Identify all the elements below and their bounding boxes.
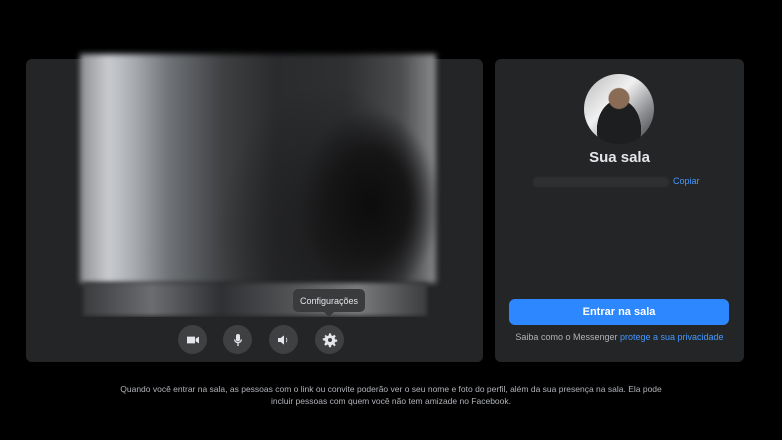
microphone-icon	[233, 333, 242, 346]
copy-link-button[interactable]: Copiar	[673, 176, 700, 186]
settings-tooltip: Configurações	[293, 289, 365, 317]
camera-preview-strip	[83, 283, 427, 316]
room-link-redacted	[533, 177, 669, 187]
speaker-icon	[277, 334, 287, 345]
room-title: Sua sala	[589, 149, 650, 166]
gear-icon	[322, 332, 337, 347]
join-room-button[interactable]: Entrar na sala	[509, 299, 729, 325]
privacy-link[interactable]: protege a sua privacidade	[620, 332, 724, 342]
video-camera-icon	[186, 336, 199, 343]
avatar	[584, 74, 654, 144]
camera-toggle-button[interactable]	[178, 325, 207, 354]
privacy-text: Saiba como o Messenger	[515, 332, 620, 342]
camera-preview	[80, 54, 436, 283]
speaker-toggle-button[interactable]	[269, 325, 298, 354]
privacy-line: Saiba como o Messenger protege a sua pri…	[495, 332, 744, 342]
footer-note: Quando você entrar na sala, as pessoas c…	[120, 384, 662, 406]
settings-button[interactable]	[315, 325, 344, 354]
microphone-toggle-button[interactable]	[223, 325, 252, 354]
preview-controls-bar	[26, 317, 483, 362]
room-link-row: Copiar	[533, 176, 713, 188]
